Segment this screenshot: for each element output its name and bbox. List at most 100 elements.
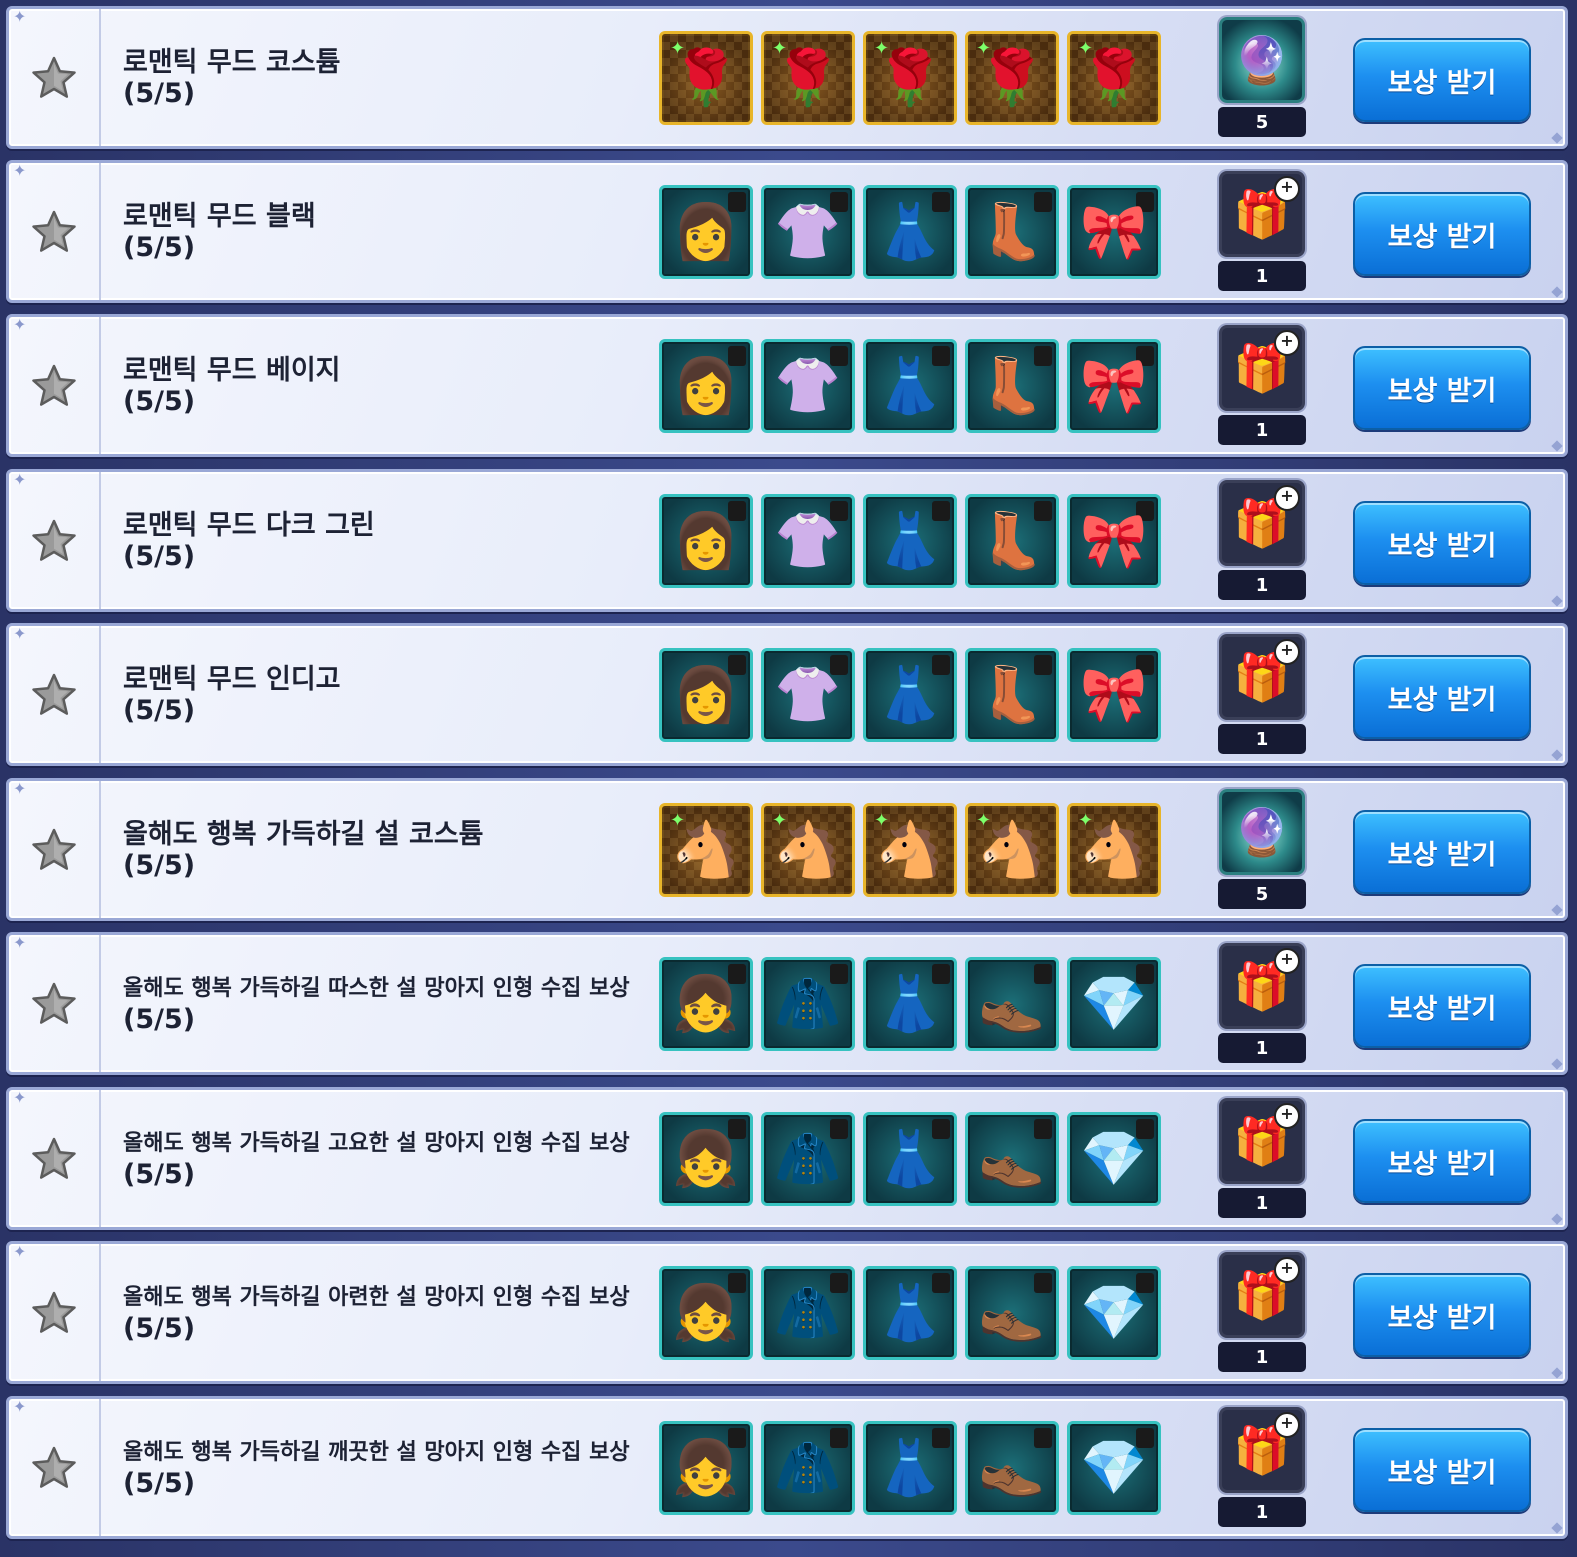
top-dark-green-icon[interactable]: 👚 — [761, 493, 855, 588]
earrings-gold-icon[interactable]: 💎 — [1067, 956, 1161, 1051]
shoes-black-icon[interactable]: 👞 — [965, 956, 1059, 1051]
hair-red-icon[interactable]: 👩 — [659, 338, 753, 433]
item-slots: 👧 🧥 👗 👞 💎 — [659, 1399, 1161, 1536]
skirt-brown-icon-glyph: 👗 — [876, 1280, 944, 1344]
claim-reward-button[interactable]: 보상 받기 — [1353, 655, 1531, 739]
hair-blonde-pigtails-icon[interactable]: 👧 — [659, 1265, 753, 1360]
rose-corsage-blue-icon-glyph: 🌹 — [774, 45, 842, 109]
top-beige-icon[interactable]: 👚 — [761, 338, 855, 433]
skirt-gray-icon[interactable]: 👗 — [863, 956, 957, 1051]
shoes-black-icon-glyph: 👢 — [978, 199, 1046, 263]
gift-box-icon[interactable]: 🎁 + — [1219, 634, 1305, 720]
crystal-orb-icon[interactable]: 🔮 — [1219, 789, 1305, 875]
headband-black-icon[interactable]: 🎀 — [1067, 184, 1161, 279]
hair-brown-pigtails-icon[interactable]: 👧 — [659, 1111, 753, 1206]
skirt-blue-icon[interactable]: 👗 — [863, 1111, 957, 1206]
shoes-silver-icon[interactable]: 👞 — [965, 1111, 1059, 1206]
claim-reward-button[interactable]: 보상 받기 — [1353, 38, 1531, 122]
hair-silver-pigtails-icon[interactable]: 👧 — [659, 1420, 753, 1515]
gift-box-icon[interactable]: 🎁 + — [1219, 943, 1305, 1029]
hair-black-icon-glyph: 👩 — [672, 199, 740, 263]
reward-preview: 🎁 + 1 — [1217, 480, 1307, 600]
reward-preview: 🔮 5 — [1217, 789, 1307, 909]
shoes-tan-icon[interactable]: 👞 — [965, 1265, 1059, 1360]
gift-box-icon[interactable]: 🎁 + — [1219, 171, 1305, 257]
zoom-icon[interactable]: + — [1274, 948, 1300, 974]
top-black-icon-glyph: 👚 — [774, 199, 842, 263]
zoom-icon[interactable]: + — [1274, 176, 1300, 202]
zoom-icon[interactable]: + — [1274, 1257, 1300, 1283]
gift-box-icon[interactable]: 🎁 + — [1219, 325, 1305, 411]
claim-reward-button[interactable]: 보상 받기 — [1353, 192, 1531, 276]
skirt-black-icon[interactable]: 👗 — [863, 184, 957, 279]
claim-reward-button[interactable]: 보상 받기 — [1353, 346, 1531, 430]
zoom-icon[interactable]: + — [1274, 330, 1300, 356]
pony-doll-black-icon[interactable]: ✦ 🐴 — [1067, 802, 1161, 897]
pony-doll-brown-icon[interactable]: ✦ 🐴 — [863, 802, 957, 897]
hair-white-icon[interactable]: 👩 — [659, 647, 753, 742]
skirt-gray-icon-glyph: 👗 — [876, 971, 944, 1035]
reward-preview: 🎁 + 1 — [1217, 325, 1307, 445]
coat-peach-icon[interactable]: 🧥 — [761, 1111, 855, 1206]
hair-black-pigtails-icon[interactable]: 👧 — [659, 956, 753, 1051]
headband-black-icon[interactable]: 🎀 — [1067, 338, 1161, 433]
skirt-magenta-icon-glyph: 👗 — [876, 1435, 944, 1499]
shoes-black-icon[interactable]: 👢 — [965, 184, 1059, 279]
claim-reward-button[interactable]: 보상 받기 — [1353, 964, 1531, 1048]
rose-corsage-white-icon[interactable]: ✦ 🌹 — [863, 30, 957, 125]
headband-black-icon[interactable]: 🎀 — [1067, 493, 1161, 588]
claim-reward-button[interactable]: 보상 받기 — [1353, 501, 1531, 585]
skirt-indigo-icon[interactable]: 👗 — [863, 647, 957, 742]
top-indigo-icon[interactable]: 👚 — [761, 647, 855, 742]
coat-pink-icon[interactable]: 🧥 — [761, 1420, 855, 1515]
row-title-block: 올해도 행복 가득하길 따스한 설 망아지 인형 수집 보상(5/5) — [123, 935, 630, 1072]
star-icon — [9, 9, 101, 146]
pony-doll-brown-icon-glyph: 🐴 — [876, 817, 944, 881]
shoes-pink-icon-glyph: 👞 — [978, 1435, 1046, 1499]
claim-reward-button[interactable]: 보상 받기 — [1353, 1273, 1531, 1357]
reward-preview: 🎁 + 1 — [1217, 634, 1307, 754]
skirt-beige-icon[interactable]: 👗 — [863, 338, 957, 433]
item-slots: 👩 👚 👗 👢 🎀 — [659, 626, 1161, 763]
row-progress: (5/5) — [123, 1312, 196, 1344]
hair-gray-icon[interactable]: 👩 — [659, 493, 753, 588]
headband-black-icon[interactable]: 🎀 — [1067, 647, 1161, 742]
claim-reward-button[interactable]: 보상 받기 — [1353, 1428, 1531, 1512]
item-slots: 👧 🧥 👗 👞 💎 — [659, 935, 1161, 1072]
top-beige-icon-glyph: 👚 — [774, 353, 842, 417]
crystal-orb-icon[interactable]: 🔮 — [1219, 17, 1305, 103]
coat-black-icon[interactable]: 🧥 — [761, 956, 855, 1051]
claim-reward-button[interactable]: 보상 받기 — [1353, 1119, 1531, 1203]
shoes-pink-icon[interactable]: 👞 — [965, 1420, 1059, 1515]
skirt-dark-green-icon[interactable]: 👗 — [863, 493, 957, 588]
shoes-white-icon[interactable]: 👢 — [965, 647, 1059, 742]
top-black-icon[interactable]: 👚 — [761, 184, 855, 279]
zoom-icon[interactable]: + — [1274, 1103, 1300, 1129]
shoes-pink-icon[interactable]: 👢 — [965, 493, 1059, 588]
coat-blue-icon[interactable]: 🧥 — [761, 1265, 855, 1360]
skirt-magenta-icon[interactable]: 👗 — [863, 1420, 957, 1515]
gift-box-icon[interactable]: 🎁 + — [1219, 1407, 1305, 1493]
rose-corsage-red-icon[interactable]: ✦ 🌹 — [659, 30, 753, 125]
claim-reward-button[interactable]: 보상 받기 — [1353, 810, 1531, 894]
shoes-beige-icon[interactable]: 👢 — [965, 338, 1059, 433]
pony-doll-red-icon-glyph: 🐴 — [672, 817, 740, 881]
rose-corsage-pink-icon[interactable]: ✦ 🌹 — [1067, 30, 1161, 125]
earrings-gold-icon[interactable]: 💎 — [1067, 1420, 1161, 1515]
pony-doll-pink-icon[interactable]: ✦ 🐴 — [761, 802, 855, 897]
gift-box-icon[interactable]: 🎁 + — [1219, 1098, 1305, 1184]
zoom-icon[interactable]: + — [1274, 485, 1300, 511]
gift-box-icon[interactable]: 🎁 + — [1219, 1252, 1305, 1338]
skirt-brown-icon[interactable]: 👗 — [863, 1265, 957, 1360]
zoom-icon[interactable]: + — [1274, 1412, 1300, 1438]
rose-corsage-blue-icon[interactable]: ✦ 🌹 — [761, 30, 855, 125]
rose-corsage-purple-icon[interactable]: ✦ 🌹 — [965, 30, 1059, 125]
gift-box-icon[interactable]: 🎁 + — [1219, 480, 1305, 566]
row-title: 올해도 행복 가득하길 깨끗한 설 망아지 인형 수집 보상 — [123, 1439, 630, 1465]
zoom-icon[interactable]: + — [1274, 639, 1300, 665]
pony-doll-red-icon[interactable]: ✦ 🐴 — [659, 802, 753, 897]
pony-doll-blue-icon[interactable]: ✦ 🐴 — [965, 802, 1059, 897]
earrings-gold-icon[interactable]: 💎 — [1067, 1265, 1161, 1360]
hair-black-icon[interactable]: 👩 — [659, 184, 753, 279]
earrings-gold-icon[interactable]: 💎 — [1067, 1111, 1161, 1206]
